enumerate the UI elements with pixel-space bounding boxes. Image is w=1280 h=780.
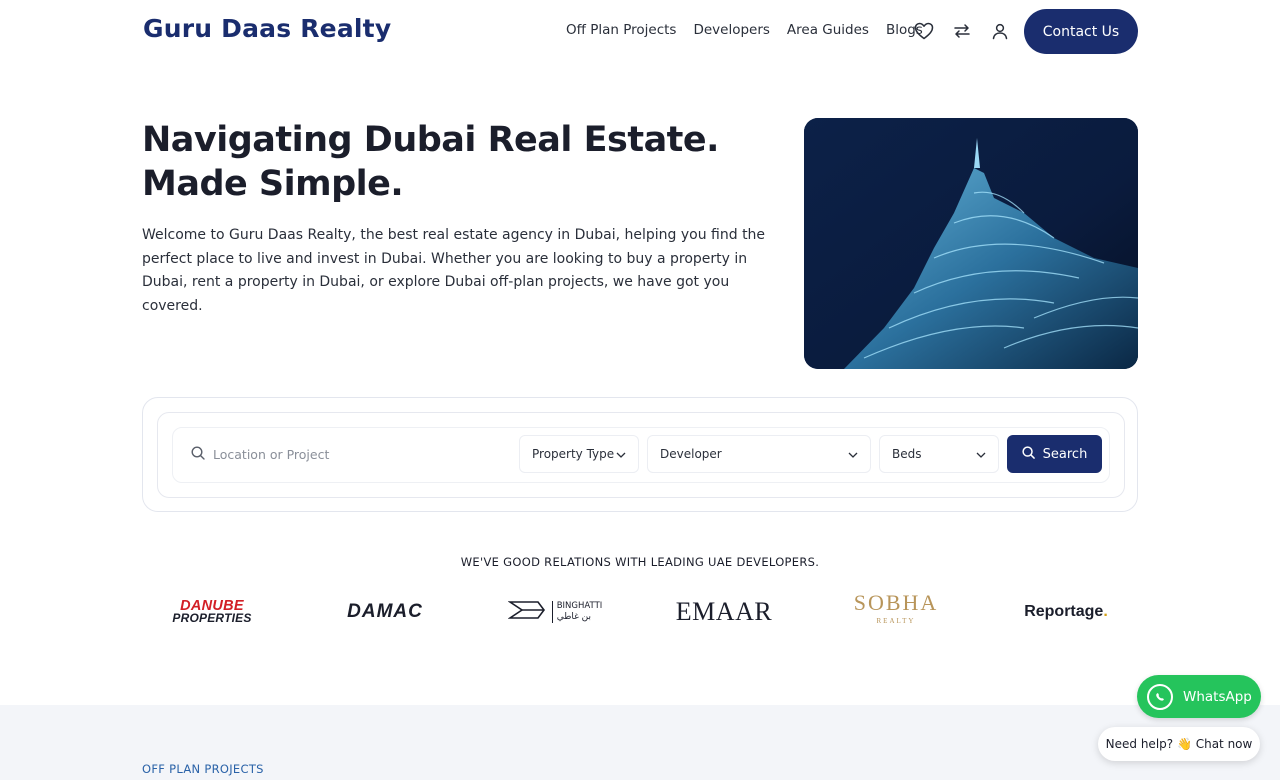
nav-item-off-plan-projects[interactable]: Off Plan Projects [566, 22, 676, 38]
whatsapp-button[interactable]: WhatsApp [1137, 675, 1261, 718]
main-nav: Off Plan Projects Developers Area Guides… [566, 22, 923, 38]
chevron-down-icon [616, 447, 626, 461]
hero-title: Navigating Dubai Real Estate. Made Simpl… [142, 120, 719, 204]
whatsapp-label: WhatsApp [1183, 688, 1252, 705]
chevron-down-icon [976, 447, 986, 461]
reportage-logo[interactable]: Reportage. [1016, 588, 1116, 636]
danube-logo[interactable]: DANUBE PROPERTIES [162, 588, 262, 636]
developer-label: Developer [660, 447, 722, 461]
search-panel-frame: Property Type Developer Beds Search [157, 412, 1125, 498]
search-icon [1022, 445, 1035, 463]
user-icon[interactable] [989, 20, 1011, 42]
hero-description: Welcome to Guru Daas Realty, the best re… [142, 227, 766, 314]
binghatti-logo-text: BINGHATTI [556, 601, 603, 611]
property-type-select[interactable]: Property Type [519, 435, 639, 473]
hero-image-skyscraper [804, 118, 1138, 369]
search-button[interactable]: Search [1007, 435, 1102, 473]
developer-logos: DANUBE PROPERTIES DAMAC BINGHATTI بن غاط… [142, 588, 1138, 636]
heart-icon[interactable] [913, 20, 935, 42]
search-button-label: Search [1042, 446, 1088, 462]
search-panel: Property Type Developer Beds Search [142, 397, 1138, 512]
search-icon [191, 445, 205, 464]
developer-select[interactable]: Developer [647, 435, 871, 473]
binghatti-mark-icon [507, 599, 546, 625]
emaar-logo[interactable]: EMAAR [672, 588, 776, 636]
chat-now-bubble[interactable]: Need help? 👋 Chat now [1098, 727, 1260, 761]
binghatti-logo-arabic: بن غاطي [556, 612, 592, 622]
location-search [191, 445, 503, 464]
developers-heading: WE'VE GOOD RELATIONS WITH LEADING UAE DE… [460, 555, 820, 569]
whatsapp-icon [1147, 683, 1173, 710]
nav-item-area-guides[interactable]: Area Guides [787, 22, 869, 38]
beds-label: Beds [892, 447, 922, 461]
sobha-logo-sub: REALTY [876, 617, 916, 625]
compare-arrows-icon[interactable] [951, 20, 973, 42]
site-logo[interactable]: Guru Daas Realty [143, 14, 391, 43]
property-type-label: Property Type [532, 447, 615, 461]
danube-logo-line2: PROPERTIES [172, 611, 252, 625]
reportage-logo-text: Reportage [1024, 603, 1104, 620]
contact-us-button[interactable]: Contact Us [1024, 9, 1138, 54]
off-plan-section-label: OFF PLAN PROJECTS [142, 762, 264, 776]
search-bar: Property Type Developer Beds Search [172, 427, 1110, 483]
damac-logo[interactable]: DAMAC [330, 588, 440, 636]
chevron-down-icon [848, 447, 858, 461]
binghatti-logo[interactable]: BINGHATTI بن غاطي [504, 588, 606, 636]
beds-select[interactable]: Beds [879, 435, 999, 473]
sobha-logo-text: SOBHA [853, 590, 939, 615]
reportage-logo-dot: . [1103, 603, 1108, 620]
sobha-logo[interactable]: SOBHA REALTY [842, 588, 950, 636]
site-header: Guru Daas Realty Off Plan Projects Devel… [0, 0, 1280, 62]
nav-item-developers[interactable]: Developers [693, 22, 769, 38]
location-or-project-input[interactable] [213, 447, 503, 462]
